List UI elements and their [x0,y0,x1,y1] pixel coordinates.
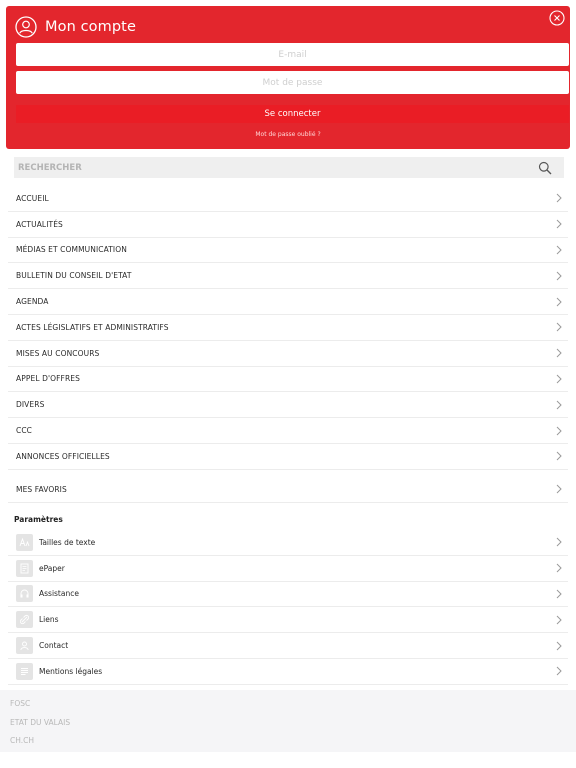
chevron-right-icon [555,563,563,573]
params-list: Tailles de texte ePaper Assistance Liens [8,530,568,685]
search-bar [14,157,564,178]
chevron-right-icon [555,374,563,384]
menu-item-annonces[interactable]: ANNONCES OFFICIELLES [8,444,568,470]
menu-item-divers[interactable]: DIVERS [8,392,568,419]
param-item-epaper[interactable]: ePaper [8,556,568,582]
chevron-right-icon [555,641,563,651]
user-icon [15,16,37,38]
account-title: Mon compte [45,19,136,35]
menu-item-agenda[interactable]: AGENDA [8,289,568,315]
chevron-right-icon [555,400,563,410]
account-panel: Mon compte Se connecter Mot de passe oub… [6,6,570,149]
param-item-liens[interactable]: Liens [8,607,568,634]
chevron-right-icon [555,426,563,436]
param-item-label: ePaper [39,563,65,573]
footer-links: FOSC ETAT DU VALAIS CH.CH [0,690,576,752]
close-icon[interactable] [549,10,565,26]
chevron-right-icon [555,451,563,461]
search-input[interactable] [14,157,538,178]
chevron-right-icon [555,271,563,281]
assistance-icon [16,585,33,603]
menu-item-label: DIVERS [16,400,45,410]
param-item-assistance[interactable]: Assistance [8,582,568,608]
main-menu: ACCUEIL ACTUALITÉS MÉDIAS ET COMMUNICATI… [8,186,568,470]
menu-item-label: BULLETIN DU CONSEIL D'ETAT [16,271,132,281]
search-icon[interactable] [538,161,552,175]
param-item-content: Assistance [16,585,79,603]
param-item-label: Mentions légales [39,666,103,676]
menu-item-label: CCC [16,426,33,436]
chevron-right-icon [555,193,563,203]
menu-item-label: MÉDIAS ET COMMUNICATION [16,245,127,255]
menu-item-medias[interactable]: MÉDIAS ET COMMUNICATION [8,238,568,264]
chevron-right-icon [555,348,563,358]
footer-link-etat-valais[interactable]: ETAT DU VALAIS [10,714,576,733]
param-item-text-size[interactable]: Tailles de texte [8,530,568,556]
menu-item-label: MISES AU CONCOURS [16,348,100,358]
link-icon [16,611,33,629]
param-item-mentions[interactable]: Mentions légales [8,659,568,685]
menu-item-actualites[interactable]: ACTUALITÉS [8,212,568,238]
chevron-right-icon [555,297,563,307]
chevron-right-icon [555,219,563,229]
menu-item-bulletin[interactable]: BULLETIN DU CONSEIL D'ETAT [8,263,568,290]
epaper-icon [16,559,33,577]
menu-item-label: AGENDA [16,297,49,307]
param-item-label: Tailles de texte [39,537,96,547]
param-item-label: Assistance [39,589,79,599]
chevron-right-icon [555,615,563,625]
chevron-right-icon [555,484,563,494]
chevron-right-icon [555,537,563,547]
menu-item-accueil[interactable]: ACCUEIL [8,186,568,212]
menu-item-label: APPEL D'OFFRES [16,374,80,384]
param-item-contact[interactable]: Contact [8,633,568,659]
param-item-content: Contact [16,637,69,655]
email-field[interactable] [16,43,569,66]
chevron-right-icon [555,322,563,332]
legal-icon [16,662,33,680]
text-size-icon [16,533,33,551]
menu-item-label: ACTUALITÉS [16,219,63,229]
param-item-label: Liens [39,615,59,625]
password-field[interactable] [16,71,569,94]
favoris-section: MES FAVORIS [8,477,568,503]
param-item-content: ePaper [16,559,65,577]
account-header: Mon compte [15,13,136,41]
menu-item-ccc[interactable]: CCC [8,418,568,444]
menu-item-label: ACCUEIL [16,193,49,203]
param-item-content: Tailles de texte [16,533,96,551]
menu-item-favoris[interactable]: MES FAVORIS [8,477,568,503]
chevron-right-icon [555,589,563,599]
menu-item-appel-offres[interactable]: APPEL D'OFFRES [8,367,568,393]
chevron-right-icon [555,666,563,676]
menu-item-label: ANNONCES OFFICIELLES [16,451,110,461]
menu-item-label: MES FAVORIS [16,484,67,494]
footer-link-fosc[interactable]: FOSC [10,695,576,714]
menu-item-concours[interactable]: MISES AU CONCOURS [8,341,568,367]
param-item-label: Contact [39,641,69,651]
params-title: Paramètres [14,515,63,524]
login-button[interactable]: Se connecter [16,105,569,123]
chevron-right-icon [555,245,563,255]
param-item-content: Liens [16,611,59,629]
param-item-content: Mentions légales [16,662,103,680]
footer-link-chch[interactable]: CH.CH [10,732,576,751]
forgot-password-link[interactable]: Mot de passe oublié ? [6,131,570,138]
menu-item-actes[interactable]: ACTES LÉGISLATIFS ET ADMINISTRATIFS [8,315,568,341]
menu-item-label: ACTES LÉGISLATIFS ET ADMINISTRATIFS [16,322,169,332]
contact-icon [16,637,33,655]
